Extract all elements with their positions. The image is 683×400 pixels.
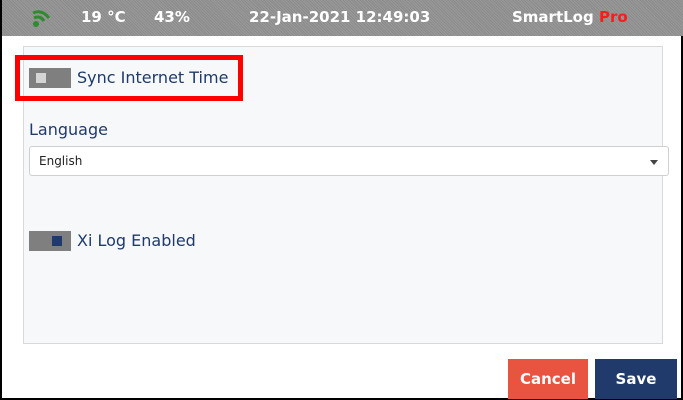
chevron-down-icon (650, 160, 658, 165)
app-frame: 19 °C 43% 22-Jan-2021 12:49:03 SmartLog … (0, 0, 683, 400)
sync-internet-time-label: Sync Internet Time (77, 68, 229, 87)
temperature-readout: 19 °C (81, 8, 126, 26)
language-selected-value: English (39, 154, 83, 168)
cancel-button[interactable]: Cancel (508, 359, 588, 399)
wifi-icon (32, 10, 51, 27)
sync-internet-time-toggle[interactable] (29, 68, 71, 88)
xi-log-enabled-label: Xi Log Enabled (77, 231, 196, 250)
save-button[interactable]: Save (595, 359, 677, 399)
toggle-knob (36, 73, 46, 83)
brand-name: SmartLog (512, 8, 594, 26)
language-label: Language (29, 120, 108, 139)
datetime-readout: 22-Jan-2021 12:49:03 (249, 8, 431, 26)
humidity-readout: 43% (154, 8, 190, 26)
brand-suffix: Pro (598, 8, 628, 26)
xi-log-enabled-toggle[interactable] (29, 231, 71, 251)
brand-logo: SmartLog Pro (512, 8, 628, 26)
status-bar: 19 °C 43% 22-Jan-2021 12:49:03 SmartLog … (2, 0, 683, 36)
toggle-knob (52, 236, 62, 246)
language-select[interactable]: English (29, 146, 669, 176)
